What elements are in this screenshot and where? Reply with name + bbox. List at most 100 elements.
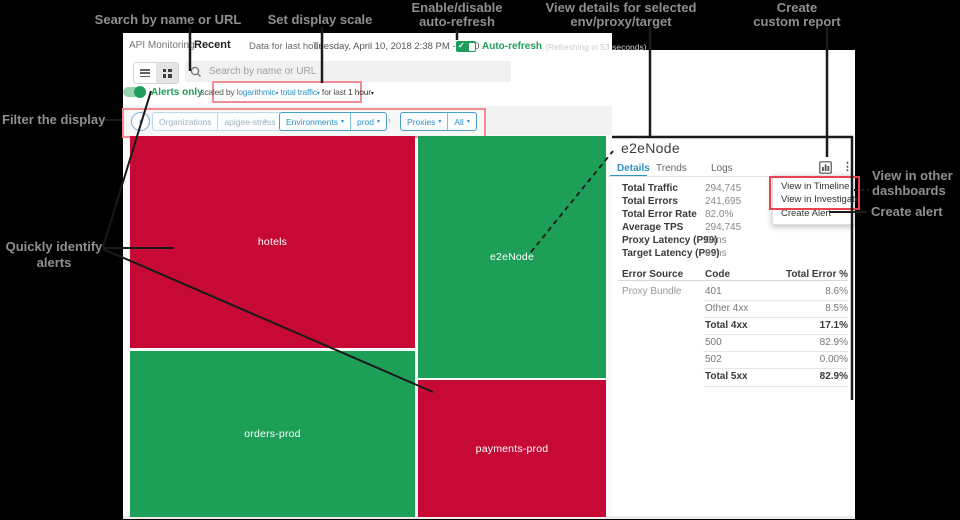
for-last-label: for last: [322, 87, 346, 97]
time-range-dropdown[interactable]: 1 hour: [348, 87, 371, 97]
more-menu-icon[interactable]: ⋮: [842, 160, 853, 173]
alerts-only-label: Alerts only: [151, 87, 203, 98]
chevron-down-icon: ▾: [341, 118, 344, 125]
col-code: Code: [705, 269, 730, 280]
stat-label: Total Error Rate: [622, 209, 697, 220]
page-title: Recent: [194, 39, 231, 51]
pct-cell: 0.00%: [760, 354, 848, 365]
timestamp: Tuesday, April 10, 2018 2:38 PM -04:00: [313, 41, 479, 52]
organizations-label: Organizations: [153, 113, 217, 130]
tile-label: payments-prod: [476, 443, 549, 455]
data-window-label: Data for last hour: [249, 41, 322, 52]
stat-label: Proxy Latency (P99): [622, 235, 718, 246]
chevron-left-icon: ‹: [139, 116, 142, 127]
alerts-only-toggle[interactable]: [123, 87, 146, 97]
row-divider: [703, 386, 848, 387]
treemap-tile-orders-prod[interactable]: orders-prod: [130, 351, 415, 517]
stat-value: 82.0%: [705, 209, 733, 220]
code-cell: Total 4xx: [705, 320, 748, 331]
stat-label: Total Traffic: [622, 183, 678, 194]
stat-value: 0 ms: [705, 248, 727, 259]
col-error-source: Error Source: [622, 269, 683, 280]
pct-cell: 8.6%: [760, 286, 848, 297]
stat-label: Average TPS: [622, 222, 683, 233]
code-cell: 502: [705, 354, 722, 365]
pct-cell: 82.9%: [760, 337, 848, 348]
display-scale-controls: scaled by logarithmic▾ total traffic▾ fo…: [212, 81, 362, 103]
stat-value: 241,695: [705, 196, 741, 207]
error-source-cell: Proxy Bundle: [622, 286, 681, 297]
auto-refresh-toggle[interactable]: ✓: [456, 41, 476, 52]
proxies-value-dropdown[interactable]: All▾: [448, 113, 475, 130]
row-divider: [703, 368, 848, 369]
app-window-right: [607, 50, 855, 519]
list-view-button[interactable]: [134, 63, 156, 83]
code-cell: Total 5xx: [705, 371, 748, 382]
app-title: API Monitoring: [129, 40, 195, 51]
screenshot-root: { "colors":{"alert_red":"#C70A35","ok_gr…: [0, 0, 960, 520]
grid-view-button[interactable]: [156, 63, 178, 83]
annotation-create-alert: Create alert: [871, 205, 943, 219]
list-icon: [140, 69, 150, 77]
chevron-down-icon: ▾: [275, 91, 278, 97]
check-icon: ✓: [458, 41, 465, 50]
refresh-countdown: (Refreshing in 53 seconds): [545, 42, 647, 52]
chevron-icon: ›: [388, 115, 391, 125]
code-cell: 401: [705, 286, 722, 297]
search-field[interactable]: [185, 61, 511, 82]
stat-value: 0 ms: [705, 235, 727, 246]
auto-refresh-label: Auto-refresh: [482, 41, 542, 52]
toggle-knob: [134, 86, 146, 98]
view-mode-toggle: [133, 62, 179, 84]
treemap-tile-hotels[interactable]: hotels: [130, 136, 415, 348]
row-divider: [703, 351, 848, 352]
chevron-down-icon: ▾: [377, 118, 380, 125]
code-cell: Other 4xx: [705, 303, 748, 314]
chevron-down-icon: ▾: [467, 118, 470, 125]
stat-value: 294,745: [705, 183, 741, 194]
metric-dropdown[interactable]: total traffic: [280, 87, 316, 97]
annotation-filter: Filter the display: [2, 113, 98, 127]
row-divider: [703, 334, 848, 335]
pct-cell: 17.1%: [760, 320, 848, 331]
chevron-icon: ›: [264, 115, 267, 125]
back-button[interactable]: ‹: [131, 112, 150, 131]
tab-logs[interactable]: Logs: [711, 163, 733, 174]
annotation-alerts: Quickly identifyalerts: [5, 239, 103, 271]
environment-chip: Environments▾ prod▾: [279, 112, 387, 131]
stat-value: 294,745: [705, 222, 741, 233]
tile-label: orders-prod: [244, 428, 300, 440]
environment-value-dropdown[interactable]: prod▾: [351, 113, 386, 130]
search-icon: [185, 65, 207, 79]
treemap-tile-e2enode[interactable]: e2eNode: [418, 136, 606, 378]
stat-label: Total Errors: [622, 196, 678, 207]
tab-details[interactable]: Details: [617, 163, 650, 174]
annotation-dashboards: View in otherdashboards: [872, 168, 960, 198]
organization-value[interactable]: apigee-stress: [218, 113, 281, 130]
pct-cell: 8.5%: [760, 303, 848, 314]
menu-highlight-box: [769, 176, 860, 210]
annotation-details: View details for selectedenv/proxy/targe…: [521, 1, 721, 29]
create-report-icon[interactable]: [819, 161, 832, 174]
grid-icon: [163, 69, 172, 78]
chevron-down-icon: ▾: [438, 118, 441, 125]
tab-trends[interactable]: Trends: [656, 163, 687, 174]
proxies-dropdown[interactable]: Proxies▾: [401, 113, 447, 130]
search-input[interactable]: [207, 65, 491, 78]
treemap-tile-payments-prod[interactable]: payments-prod: [418, 380, 606, 517]
row-divider: [703, 300, 848, 301]
scale-mode-dropdown[interactable]: logarithmic: [237, 87, 276, 97]
table-header-divider: [618, 280, 848, 281]
chevron-down-icon: ▾: [371, 91, 374, 97]
proxies-chip: Proxies▾ All▾: [400, 112, 477, 131]
panel-title: e2eNode: [621, 140, 680, 156]
scaled-by-label: scaled by: [200, 87, 234, 97]
tile-label: e2eNode: [490, 251, 534, 263]
tile-label: hotels: [258, 236, 287, 248]
organization-chip: Organizations apigee-stress: [152, 112, 282, 131]
breadcrumb-chevron-icon: ›: [186, 40, 189, 51]
annotation-report: Createcustom report: [737, 1, 857, 29]
environments-dropdown[interactable]: Environments▾: [280, 113, 350, 130]
col-total-error-pct: Total Error %: [760, 269, 848, 280]
chevron-down-icon: ▾: [317, 91, 320, 97]
